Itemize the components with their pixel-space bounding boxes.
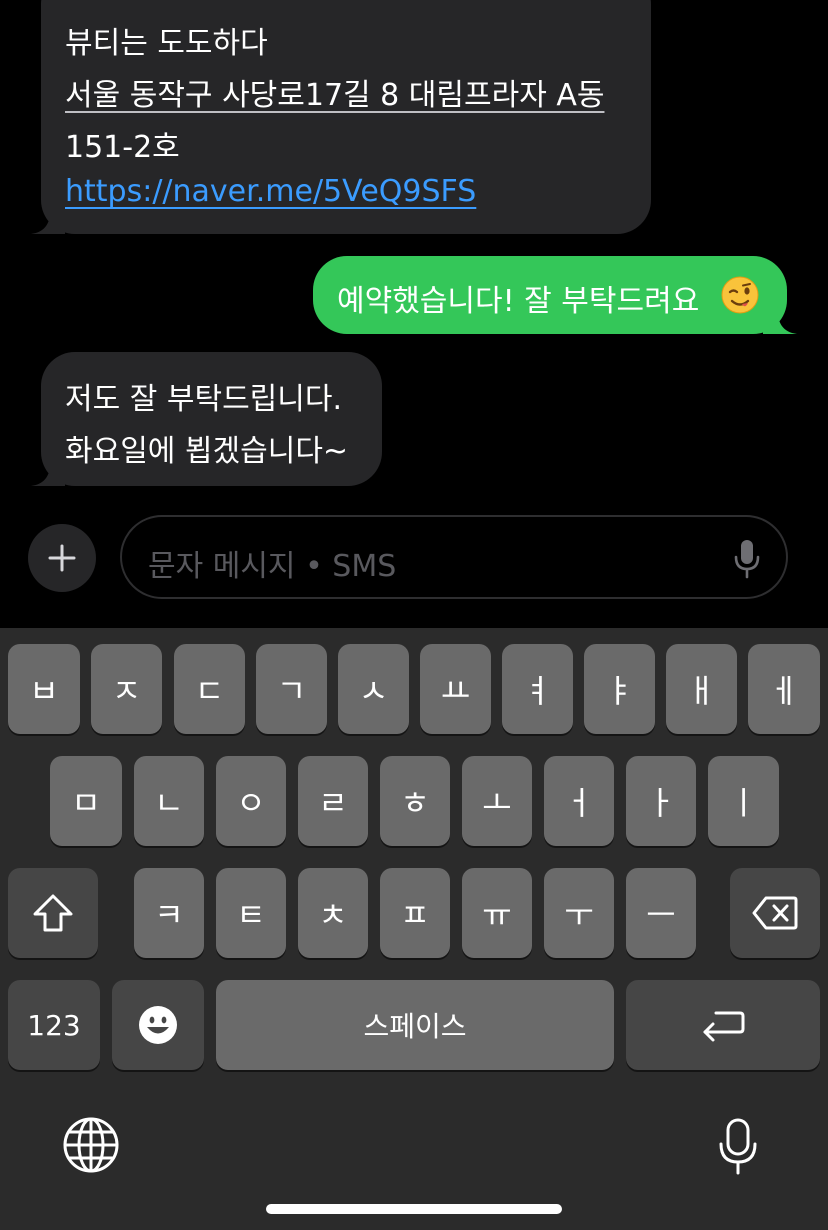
address-link[interactable]: 서울 동작구 사당로17길 8 대림프라자 A동: [65, 70, 604, 114]
key[interactable]: ㅅ: [338, 644, 409, 734]
numbers-key[interactable]: 123: [8, 980, 100, 1070]
message-text-line: 화요일에 뵙겠습니다~: [65, 434, 349, 469]
return-key[interactable]: [626, 980, 820, 1070]
key[interactable]: ㅠ: [462, 868, 532, 958]
space-key[interactable]: 스페이스: [216, 980, 614, 1070]
outgoing-message-bubble[interactable]: 예약했습니다! 잘 부탁드려요: [313, 256, 797, 334]
backspace-icon: [752, 896, 798, 930]
key[interactable]: ㄹ: [298, 756, 368, 846]
globe-icon[interactable]: [62, 1116, 120, 1174]
key[interactable]: ㅂ: [8, 644, 80, 734]
key[interactable]: ㅇ: [216, 756, 286, 846]
keyboard: ㅂ ㅈ ㄷ ㄱ ㅅ ㅛ ㅕ ㅑ ㅐ ㅔ ㅁ ㄴ ㅇ ㄹ ㅎ ㅗ ㅓ ㅏ ㅣ ㅋ …: [0, 628, 828, 1230]
bubble-tail: [763, 304, 797, 334]
return-icon: [703, 1011, 745, 1042]
key[interactable]: ㅑ: [584, 644, 655, 734]
key[interactable]: ㅐ: [666, 644, 737, 734]
key[interactable]: ㅌ: [216, 868, 286, 958]
key[interactable]: ㅔ: [748, 644, 820, 734]
key[interactable]: ㅕ: [502, 644, 573, 734]
key[interactable]: ㅣ: [708, 756, 779, 846]
key[interactable]: ㅊ: [298, 868, 368, 958]
message-text: 예약했습니다! 잘 부탁드려요: [337, 284, 700, 319]
dictation-icon[interactable]: [718, 1118, 758, 1176]
incoming-message-bubble[interactable]: 저도 잘 부탁드립니다. 화요일에 뵙겠습니다~: [31, 352, 382, 486]
emoji-key[interactable]: [112, 980, 204, 1070]
add-attachment-button[interactable]: [28, 524, 96, 592]
emoji-icon: [139, 1006, 177, 1044]
url-link[interactable]: https://naver.me/5VeQ9SFS: [65, 174, 476, 209]
microphone-icon[interactable]: [734, 539, 760, 579]
message-text-line: 151-2호: [65, 130, 180, 165]
message-input[interactable]: 문자 메시지 • SMS: [120, 515, 788, 599]
key[interactable]: ㅓ: [544, 756, 614, 846]
key[interactable]: ㅜ: [544, 868, 614, 958]
key[interactable]: ㄱ: [256, 644, 327, 734]
key[interactable]: ㅎ: [380, 756, 450, 846]
key[interactable]: ㅡ: [626, 868, 696, 958]
key[interactable]: ㅏ: [626, 756, 696, 846]
backspace-key[interactable]: [730, 868, 820, 958]
bubble-tail: [31, 204, 65, 234]
plus-icon: [48, 544, 76, 572]
key[interactable]: ㄴ: [134, 756, 204, 846]
shift-key[interactable]: [8, 868, 98, 958]
key[interactable]: ㅗ: [462, 756, 532, 846]
shift-icon: [33, 894, 73, 932]
key[interactable]: ㅍ: [380, 868, 450, 958]
key[interactable]: ㄷ: [174, 644, 245, 734]
message-input-placeholder: 문자 메시지 • SMS: [148, 549, 397, 584]
key[interactable]: ㅈ: [91, 644, 162, 734]
message-text-line: 뷰티는 도도하다: [65, 26, 268, 61]
home-indicator[interactable]: [266, 1204, 562, 1214]
bubble-tail: [31, 456, 65, 486]
message-text-line: 저도 잘 부탁드립니다.: [65, 382, 343, 417]
winking-face-icon: [721, 276, 759, 314]
key[interactable]: ㅁ: [50, 756, 122, 846]
key[interactable]: ㅋ: [134, 868, 204, 958]
key[interactable]: ㅛ: [420, 644, 491, 734]
incoming-message-bubble[interactable]: 뷰티는 도도하다 서울 동작구 사당로17길 8 대림프라자 A동 151-2호…: [31, 0, 651, 234]
